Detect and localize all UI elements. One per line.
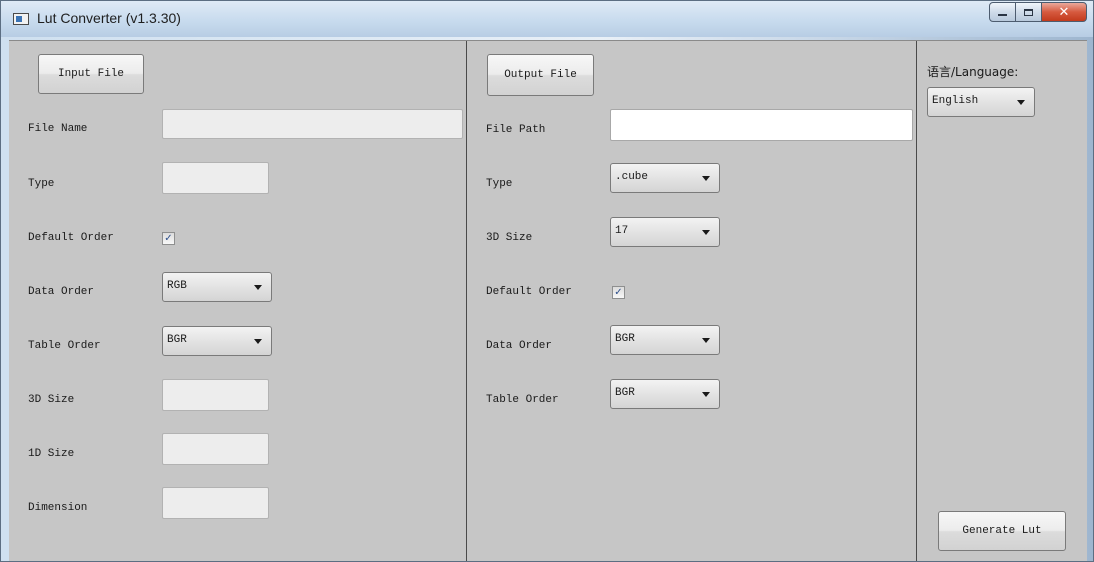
output-default-order-checkbox[interactable]: ✓ bbox=[612, 286, 625, 299]
output-3d-size-value: 17 bbox=[615, 225, 629, 237]
input-default-order-label: Default Order bbox=[28, 232, 114, 244]
output-file-button[interactable]: Output File bbox=[487, 54, 594, 96]
file-path-label: File Path bbox=[486, 124, 546, 136]
generate-lut-button[interactable]: Generate Lut bbox=[938, 511, 1066, 551]
window-title: Lut Converter (v1.3.30) bbox=[37, 10, 181, 26]
language-value: English bbox=[932, 95, 979, 107]
input-3d-size-field[interactable] bbox=[162, 379, 269, 411]
file-name-field[interactable] bbox=[162, 109, 463, 139]
output-data-order-label: Data Order bbox=[486, 340, 553, 352]
chevron-down-icon bbox=[702, 338, 710, 343]
input-default-order-checkbox[interactable]: ✓ bbox=[162, 232, 175, 245]
chevron-down-icon bbox=[254, 285, 262, 290]
app-icon bbox=[13, 13, 29, 25]
output-table-order-select[interactable]: BGR bbox=[610, 379, 720, 409]
minimize-button[interactable] bbox=[989, 2, 1016, 22]
output-table-order-label: Table Order bbox=[486, 394, 559, 406]
input-file-button[interactable]: Input File bbox=[38, 54, 144, 94]
dimension-field[interactable] bbox=[162, 487, 269, 519]
input-1d-size-label: 1D Size bbox=[28, 448, 75, 460]
app-window: Lut Converter (v1.3.30) ✕ Input File Fil… bbox=[0, 0, 1094, 562]
panel-divider-left bbox=[466, 41, 467, 561]
input-type-label: Type bbox=[28, 178, 55, 190]
output-3d-size-label: 3D Size bbox=[486, 232, 533, 244]
dimension-label: Dimension bbox=[28, 502, 88, 514]
output-table-order-value: BGR bbox=[615, 387, 635, 399]
chevron-down-icon bbox=[702, 230, 710, 235]
checkmark-icon: ✓ bbox=[614, 287, 623, 298]
maximize-button[interactable] bbox=[1015, 2, 1042, 22]
output-3d-size-select[interactable]: 17 bbox=[610, 217, 720, 247]
chevron-down-icon bbox=[702, 176, 710, 181]
output-type-label: Type bbox=[486, 178, 513, 190]
input-type-field[interactable] bbox=[162, 162, 269, 194]
panel-divider-right bbox=[916, 41, 917, 561]
input-table-order-select[interactable]: BGR bbox=[162, 326, 272, 356]
checkmark-icon: ✓ bbox=[164, 233, 173, 244]
output-type-value: .cube bbox=[615, 171, 649, 183]
output-type-select[interactable]: .cube bbox=[610, 163, 720, 193]
minimize-icon bbox=[998, 14, 1007, 16]
close-icon: ✕ bbox=[1058, 4, 1070, 20]
window-controls: ✕ bbox=[989, 2, 1087, 24]
chevron-down-icon bbox=[1017, 100, 1025, 105]
output-default-order-label: Default Order bbox=[486, 286, 572, 298]
input-table-order-label: Table Order bbox=[28, 340, 101, 352]
input-1d-size-field[interactable] bbox=[162, 433, 269, 465]
file-name-label: File Name bbox=[28, 123, 88, 135]
input-data-order-select[interactable]: RGB bbox=[162, 272, 272, 302]
language-label: 语言/Language: bbox=[927, 65, 1019, 79]
file-path-field[interactable] bbox=[610, 109, 913, 141]
output-data-order-value: BGR bbox=[615, 333, 635, 345]
maximize-icon bbox=[1024, 8, 1033, 16]
title-bar[interactable]: Lut Converter (v1.3.30) ✕ bbox=[1, 1, 1093, 37]
input-table-order-value: BGR bbox=[167, 334, 187, 346]
input-3d-size-label: 3D Size bbox=[28, 394, 75, 406]
input-data-order-label: Data Order bbox=[28, 286, 95, 298]
close-button[interactable]: ✕ bbox=[1041, 2, 1087, 22]
chevron-down-icon bbox=[702, 392, 710, 397]
output-data-order-select[interactable]: BGR bbox=[610, 325, 720, 355]
language-select[interactable]: English bbox=[927, 87, 1035, 117]
main-panel: Input File File Name Type Default Order … bbox=[9, 40, 1087, 561]
input-data-order-value: RGB bbox=[167, 280, 187, 292]
chevron-down-icon bbox=[254, 339, 262, 344]
